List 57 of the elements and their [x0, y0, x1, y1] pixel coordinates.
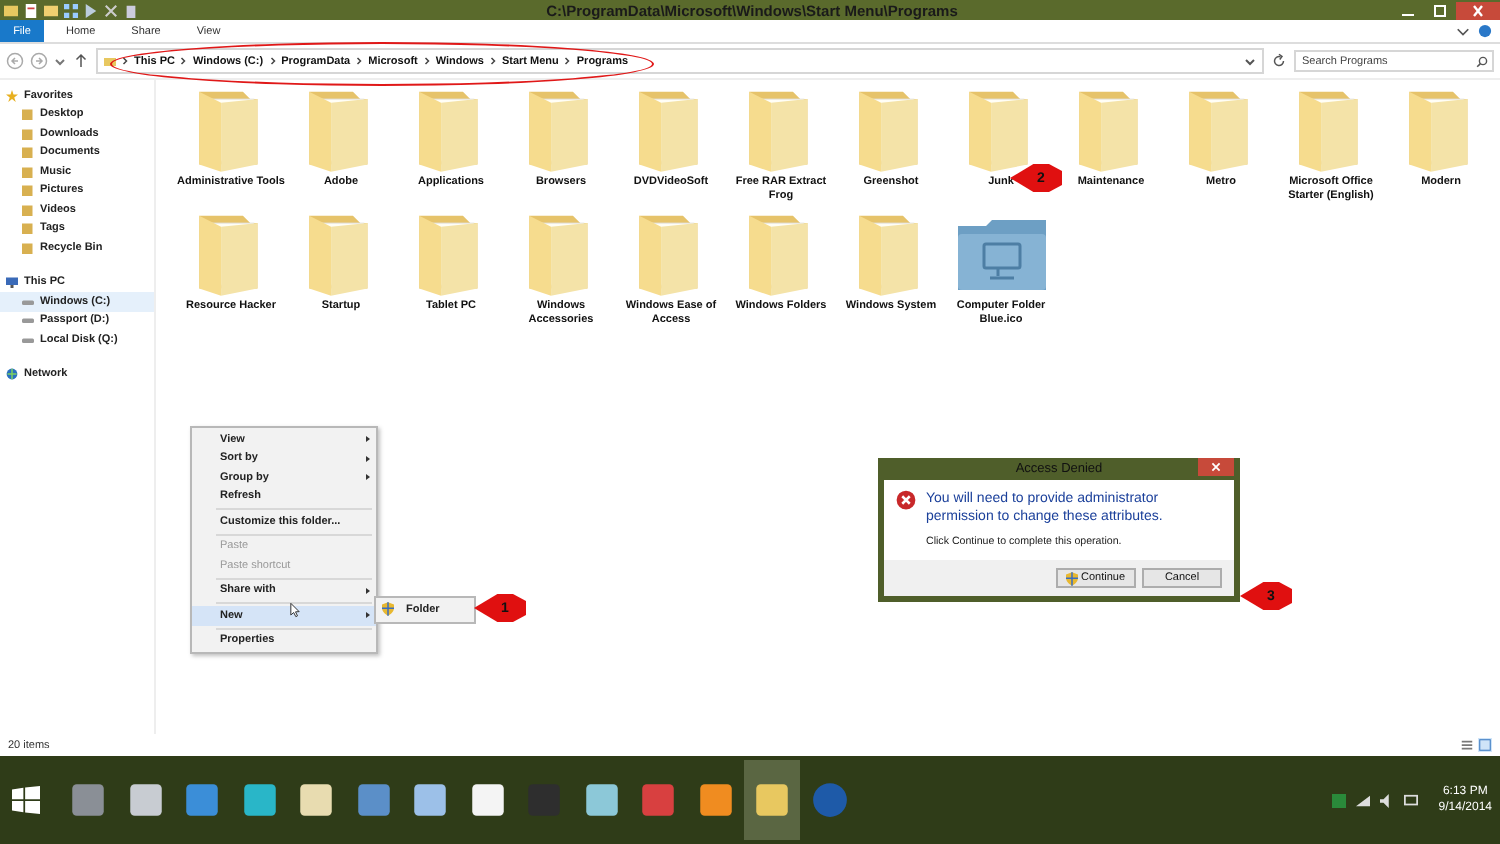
network-icon[interactable] — [1356, 793, 1371, 807]
search-icon — [1476, 55, 1488, 67]
submenu-arrow-icon — [366, 587, 370, 594]
folder-icon[interactable] — [4, 3, 18, 17]
chevron-icon — [423, 56, 430, 66]
details-view-icon[interactable] — [1460, 738, 1474, 752]
computer-folder-icon[interactable] — [953, 214, 1049, 294]
windows-logo-icon[interactable] — [12, 786, 40, 814]
up-arrow-icon[interactable] — [72, 52, 90, 70]
chevron-icon — [564, 56, 571, 66]
submenu-arrow-icon — [366, 455, 370, 462]
shield-icon — [1066, 571, 1079, 585]
app-icon — [355, 782, 391, 818]
chevron-icon — [180, 56, 187, 66]
app-icon — [127, 782, 163, 818]
tray-app-icon[interactable] — [1332, 793, 1347, 807]
submenu-arrow-icon — [366, 612, 370, 619]
app-icon — [640, 782, 676, 818]
globe-icon — [6, 368, 18, 381]
notification-icon[interactable] — [1404, 793, 1419, 807]
close-icon[interactable] — [1456, 1, 1500, 19]
app-icon — [184, 782, 220, 818]
app-icon — [469, 782, 505, 818]
caret-icon[interactable] — [1244, 55, 1256, 67]
app-icon — [241, 782, 277, 818]
submenu-arrow-icon — [366, 474, 370, 481]
play-icon[interactable] — [84, 3, 98, 17]
new-folder-icon[interactable] — [44, 3, 58, 17]
folder-icon — [104, 55, 116, 67]
forward-icon[interactable] — [30, 52, 48, 70]
app-icon — [583, 782, 619, 818]
chevron-icon — [489, 56, 496, 66]
speaker-icon[interactable] — [1380, 793, 1395, 807]
chevron-icon — [356, 56, 363, 66]
large-icons-view-icon[interactable] — [1478, 738, 1492, 752]
app-icon — [298, 782, 334, 818]
submenu-arrow-icon — [366, 436, 370, 443]
app-icon — [70, 782, 106, 818]
chevron-icon — [122, 56, 128, 66]
delete-icon[interactable] — [104, 3, 118, 17]
app-icon — [811, 782, 847, 818]
app-icon — [412, 782, 448, 818]
computer-icon — [6, 276, 18, 289]
help-icon[interactable] — [1478, 24, 1492, 38]
shield-icon — [382, 602, 394, 617]
app-icon — [754, 782, 790, 818]
chevron-icon — [269, 56, 276, 66]
caret-icon[interactable] — [54, 55, 66, 67]
close-icon[interactable] — [1198, 458, 1234, 476]
mouse-cursor-icon — [290, 602, 300, 618]
grid-icon[interactable] — [64, 3, 78, 17]
back-icon[interactable] — [6, 52, 24, 70]
star-icon — [6, 89, 18, 102]
app-icon — [697, 782, 733, 818]
refresh-icon[interactable] — [1270, 52, 1288, 70]
expand-ribbon-icon[interactable] — [1456, 24, 1470, 38]
error-icon — [896, 490, 916, 510]
